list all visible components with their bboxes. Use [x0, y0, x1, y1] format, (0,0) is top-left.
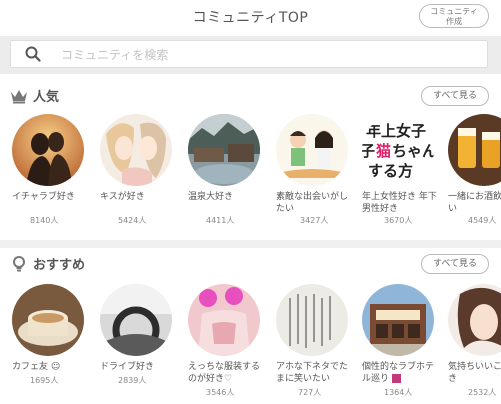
community-name: ドライブ好き: [100, 362, 155, 372]
community-thumbnail: [448, 284, 501, 356]
face-icon: ☺: [50, 362, 61, 372]
community-thumbnail: [188, 284, 260, 356]
popular-title: 人気: [33, 90, 60, 105]
member-count: 3427人: [300, 216, 329, 225]
popular-see-all-button[interactable]: すべて見る: [421, 86, 489, 106]
community-name: カフェ友 ☺: [6, 361, 90, 373]
svg-text:年上女子: 年上女子: [366, 122, 426, 140]
member-count: 3670人: [384, 216, 413, 225]
svg-text:猫: 猫: [376, 142, 391, 160]
member-count: 5424人: [118, 216, 147, 225]
community-thumbnail: [448, 114, 501, 186]
member-count: 727人: [298, 388, 322, 397]
member-count: 1695人: [30, 376, 59, 385]
create-community-button[interactable]: コミュニティ 作成: [419, 4, 489, 28]
app-header: コミュニティTOP コミュニティ 作成: [0, 0, 501, 36]
recommended-title: おすすめ: [33, 258, 86, 273]
community-name: 一緒にお酒飲みたい: [448, 192, 501, 214]
community-name: 年上女性好き 年下男性好き: [362, 192, 437, 214]
community-thumbnail: [100, 284, 172, 356]
section-divider: [0, 240, 501, 248]
recommended-see-all-button[interactable]: すべて見る: [421, 254, 489, 274]
svg-text:する方: する方: [368, 162, 413, 180]
community-thumbnail: [276, 284, 348, 356]
community-thumbnail: [12, 284, 84, 356]
member-count: 2839人: [118, 376, 147, 385]
search-input[interactable]: [59, 44, 443, 66]
community-name: えっちな服装するのが好き♡: [188, 362, 261, 384]
crown-icon: [11, 90, 27, 104]
popular-list: イチャラブ好き 8140人 キスが好き 5424人 温泉大好き 4411人 素敵…: [0, 114, 501, 234]
community-thumbnail: [12, 114, 84, 186]
search-icon: [25, 46, 41, 62]
community-name: 温泉大好き: [188, 192, 234, 202]
member-count: 1364人: [384, 388, 413, 397]
recommended-section: おすすめ すべて見る カフェ友 ☺ 1695人 ドライブ好き 2839人 えっち…: [0, 252, 501, 402]
create-community-label: コミュニティ 作成: [430, 7, 478, 26]
member-count: 4411人: [206, 216, 235, 225]
member-count: 3546人: [206, 388, 235, 397]
recommended-header: おすすめ すべて見る: [0, 252, 501, 276]
community-name: イチャラブ好き: [12, 192, 75, 202]
member-count: 8140人: [30, 216, 59, 225]
member-count: 4549人: [468, 216, 497, 225]
community-thumbnail: [362, 284, 434, 356]
community-name: アホな下ネタでたまに笑いたい: [276, 362, 349, 384]
community-thumbnail: 年上女子 子 猫 ちゃん する方: [362, 114, 434, 186]
community-name: 個性的なラブホテル巡り: [356, 361, 440, 385]
search-bar: [0, 36, 501, 74]
popular-header: 人気 すべて見る: [0, 84, 501, 108]
community-thumbnail: [276, 114, 348, 186]
recommended-list: カフェ友 ☺ 1695人 ドライブ好き 2839人 えっちな服装するのが好き♡ …: [0, 284, 501, 404]
popular-section: 人気 すべて見る イチャラブ好き 8140人 キスが好き 5424人 温泉大好き…: [0, 84, 501, 240]
member-count: 2532人: [468, 388, 497, 397]
community-thumbnail: [188, 114, 260, 186]
hotel-icon: [391, 374, 401, 383]
community-name: キスが好き: [100, 192, 145, 202]
community-name: 素敵な出会いがしたい: [276, 192, 349, 214]
community-name-text: カフェ友: [12, 362, 49, 372]
community-name: 気持ちいいこと好き: [448, 362, 501, 384]
svg-text:ちゃん: ちゃん: [392, 142, 434, 160]
search-box[interactable]: [10, 40, 488, 68]
svg-text:子: 子: [362, 142, 375, 160]
community-thumbnail: [100, 114, 172, 186]
lightbulb-icon: [13, 256, 25, 272]
